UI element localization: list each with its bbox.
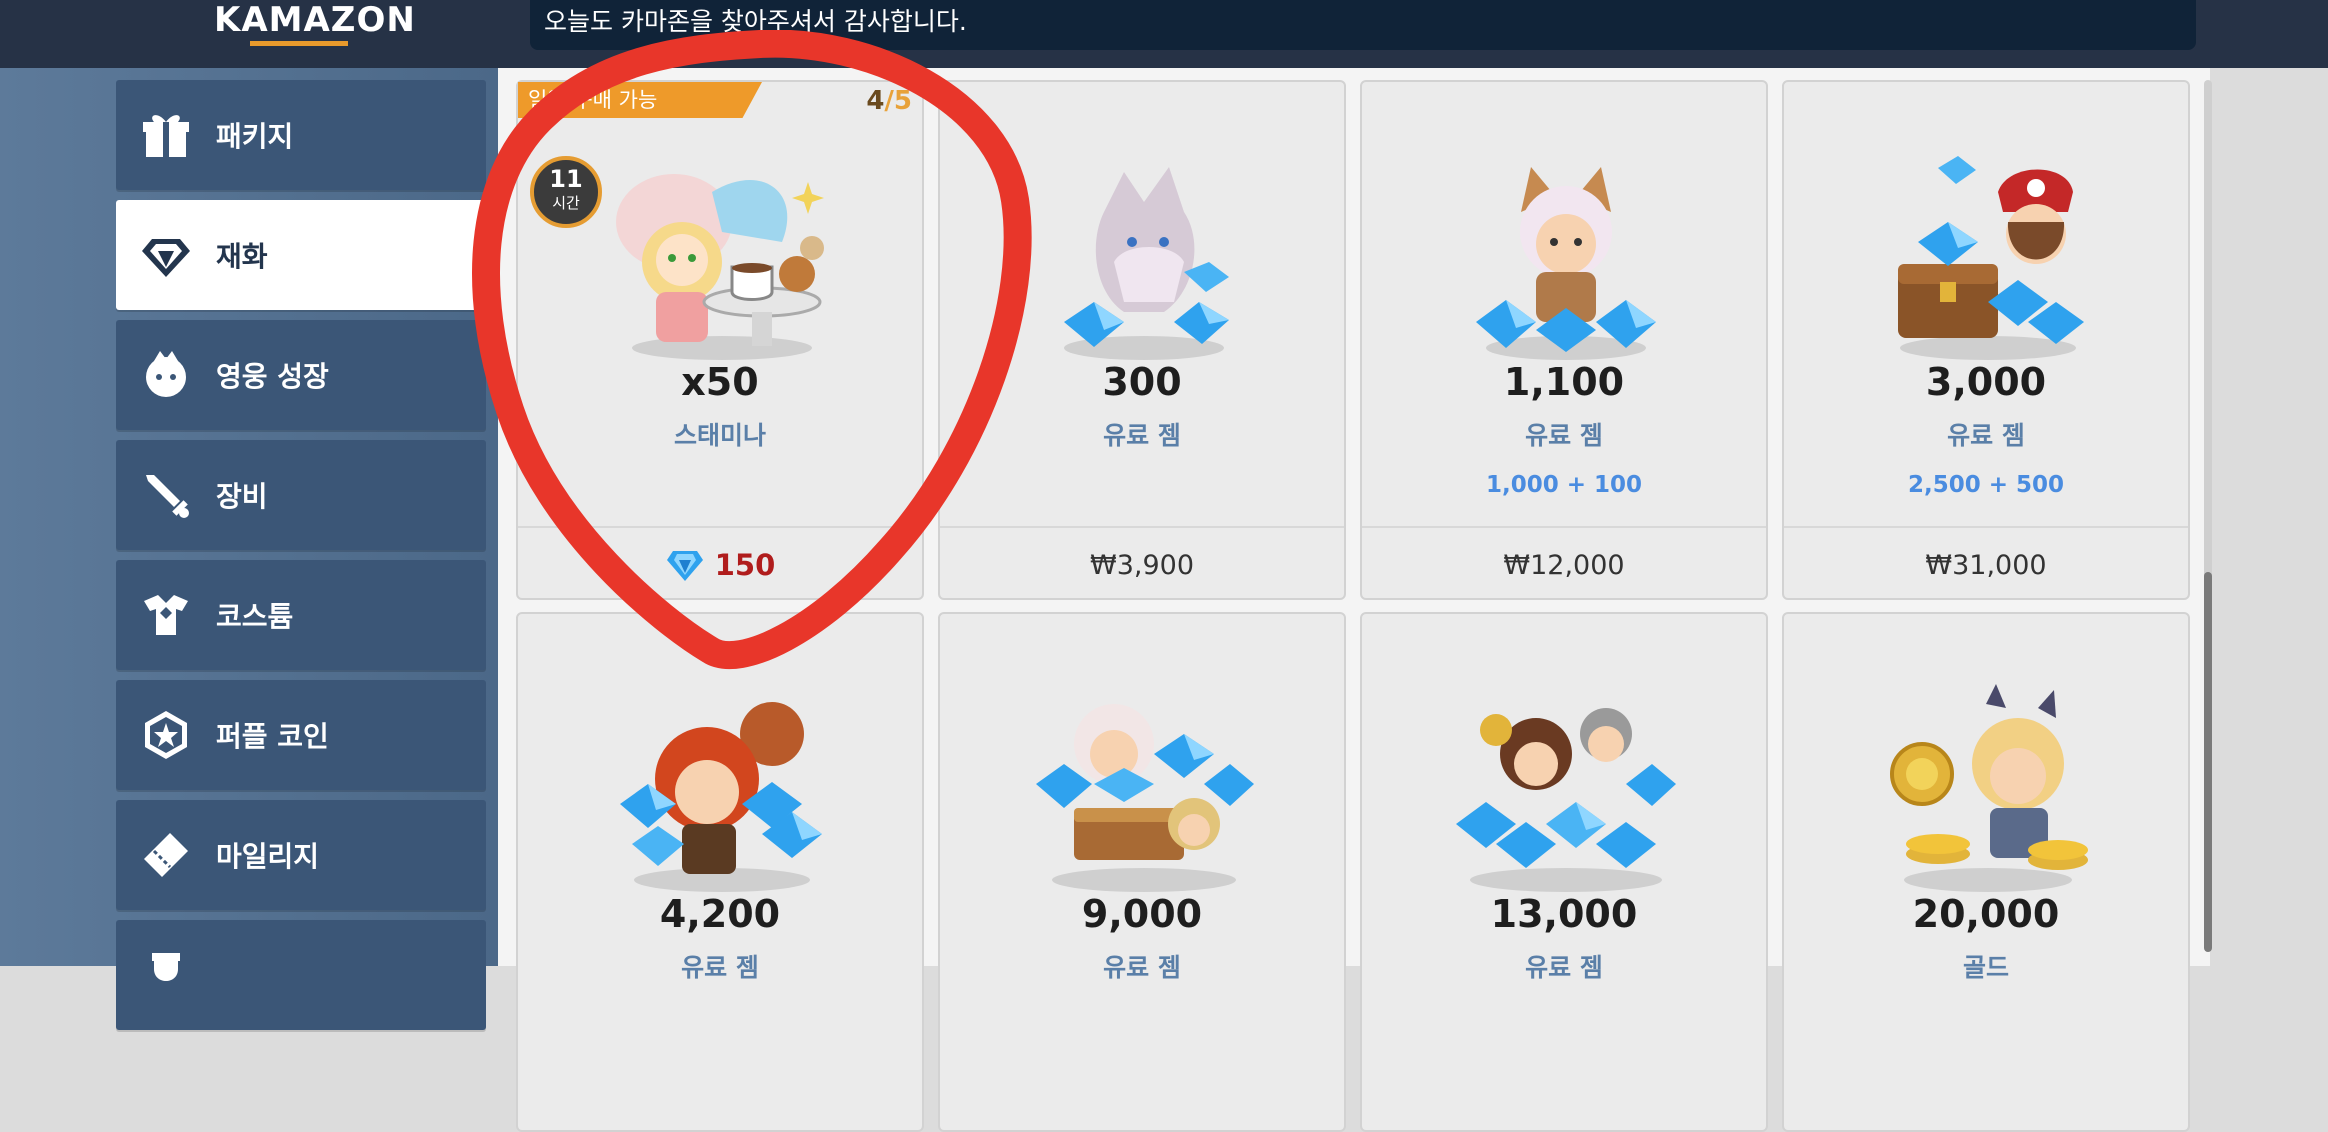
sidebar-item-mileage[interactable]: 마일리지	[116, 800, 486, 910]
product-card-gem-9000[interactable]: 9,000 유료 젬	[938, 612, 1346, 1132]
product-card-gem-300[interactable]: 300 유료 젬 ₩3,900	[938, 80, 1346, 600]
pirate-chest-gem-illustration	[1898, 156, 2084, 360]
sword-icon	[138, 467, 194, 523]
product-card-stamina[interactable]: 일일 구매 가능 4/5 11 시간 x50 스태미나 150	[516, 80, 924, 600]
bonus-breakdown: 1,000 + 100	[1485, 472, 1643, 498]
notice-banner: 오늘도 카마존을 찾아주셔서 감사합니다.	[530, 0, 2196, 50]
heroes-gem-pile-illustration	[1036, 704, 1254, 892]
gift-icon	[138, 107, 194, 163]
price-text: ₩12,000	[1503, 549, 1625, 581]
product-quantity: 13,000	[1490, 892, 1638, 936]
product-name: 유료 젬	[1525, 953, 1603, 982]
sidebar-item-label: 장비	[216, 480, 268, 513]
sidebar-item-currency[interactable]: 재화	[116, 200, 486, 310]
product-name: 유료 젬	[1947, 421, 2025, 450]
price-button[interactable]: ₩12,000	[1362, 526, 1766, 602]
diamond-icon	[138, 227, 194, 283]
daily-purchase-badge: 일일 구매 가능	[518, 82, 762, 118]
logo-underline	[250, 41, 348, 46]
sidebar-item-label: 퍼플 코인	[216, 720, 329, 753]
bonus-breakdown: 2,500 + 500	[1907, 472, 2065, 498]
product-quantity: 4,200	[659, 892, 781, 936]
price-text: 150	[714, 548, 776, 582]
product-name: 유료 젬	[681, 953, 759, 982]
gem-icon	[666, 551, 703, 581]
sidebar-item-package[interactable]: 패키지	[116, 80, 486, 190]
sidebar-item-hero-growth[interactable]: 영웅 성장	[116, 320, 486, 430]
product-quantity: 20,000	[1912, 892, 2060, 936]
product-card-gem-13000[interactable]: 13,000 유료 젬	[1360, 612, 1768, 1132]
sidebar-item-label: 패키지	[216, 120, 294, 153]
price-button[interactable]: ₩3,900	[940, 526, 1344, 602]
sidebar-item-purple-coin[interactable]: 퍼플 코인	[116, 680, 486, 790]
product-card-gem-4200[interactable]: 4,200 유료 젬	[516, 612, 924, 1132]
price-text: ₩31,000	[1925, 549, 2047, 581]
purple-coin-icon	[138, 707, 194, 763]
product-quantity: 1,100	[1503, 360, 1625, 404]
ticket-icon	[138, 827, 194, 883]
product-name: 스태미나	[673, 421, 766, 450]
group-gem-pile-illustration	[1456, 708, 1676, 892]
product-quantity: 9,000	[1081, 892, 1203, 936]
timer-badge: 11 시간	[530, 156, 602, 228]
fox-girl-gem-illustration	[1476, 167, 1656, 360]
app-logo: KAMAZON	[214, 0, 416, 40]
sidebar-item-label: 재화	[216, 240, 268, 273]
product-card-gem-1100[interactable]: 1,100 유료 젬 1,000 + 100 ₩12,000	[1360, 80, 1768, 600]
sidebar-item-label: 코스튬	[216, 600, 294, 633]
top-bar: KAMAZON 오늘도 카마존을 찾아주셔서 감사합니다.	[0, 0, 2328, 68]
product-quantity: x50	[681, 360, 759, 404]
price-text: ₩3,900	[1090, 549, 1194, 581]
costume-icon	[138, 587, 194, 643]
product-card-gold-20000[interactable]: 20,000 골드	[1782, 612, 2190, 1132]
sidebar: 패키지 재화 영웅 성장 장비 코스튬 퍼플 코인 마일리지	[0, 68, 498, 1030]
stamina-tea-illustration	[616, 174, 824, 360]
sidebar-item-trophy[interactable]	[116, 920, 486, 1030]
product-quantity: 300	[1102, 360, 1182, 404]
sidebar-item-equipment[interactable]: 장비	[116, 440, 486, 550]
werewolf-gem-illustration	[1064, 167, 1229, 360]
sidebar-item-label: 영웅 성장	[216, 360, 329, 393]
scrollbar-thumb[interactable]	[2204, 572, 2212, 952]
product-quantity: 3,000	[1925, 360, 2047, 404]
product-name: 유료 젬	[1103, 953, 1181, 982]
trophy-icon	[138, 947, 194, 1003]
product-name: 유료 젬	[1525, 421, 1603, 450]
product-name: 유료 젬	[1103, 421, 1181, 450]
hero-face-icon	[138, 347, 194, 403]
purchase-counter: 4/5	[866, 86, 912, 116]
gold-coin-illustration	[1890, 684, 2088, 892]
red-hair-gem-illustration	[620, 702, 822, 892]
sidebar-item-costume[interactable]: 코스튬	[116, 560, 486, 670]
price-button[interactable]: 150	[518, 526, 922, 602]
product-card-gem-3000[interactable]: 3,000 유료 젬 2,500 + 500 ₩31,000	[1782, 80, 2190, 600]
product-name: 골드	[1962, 953, 2009, 982]
price-button[interactable]: ₩31,000	[1784, 526, 2188, 602]
sidebar-item-label: 마일리지	[216, 840, 320, 873]
